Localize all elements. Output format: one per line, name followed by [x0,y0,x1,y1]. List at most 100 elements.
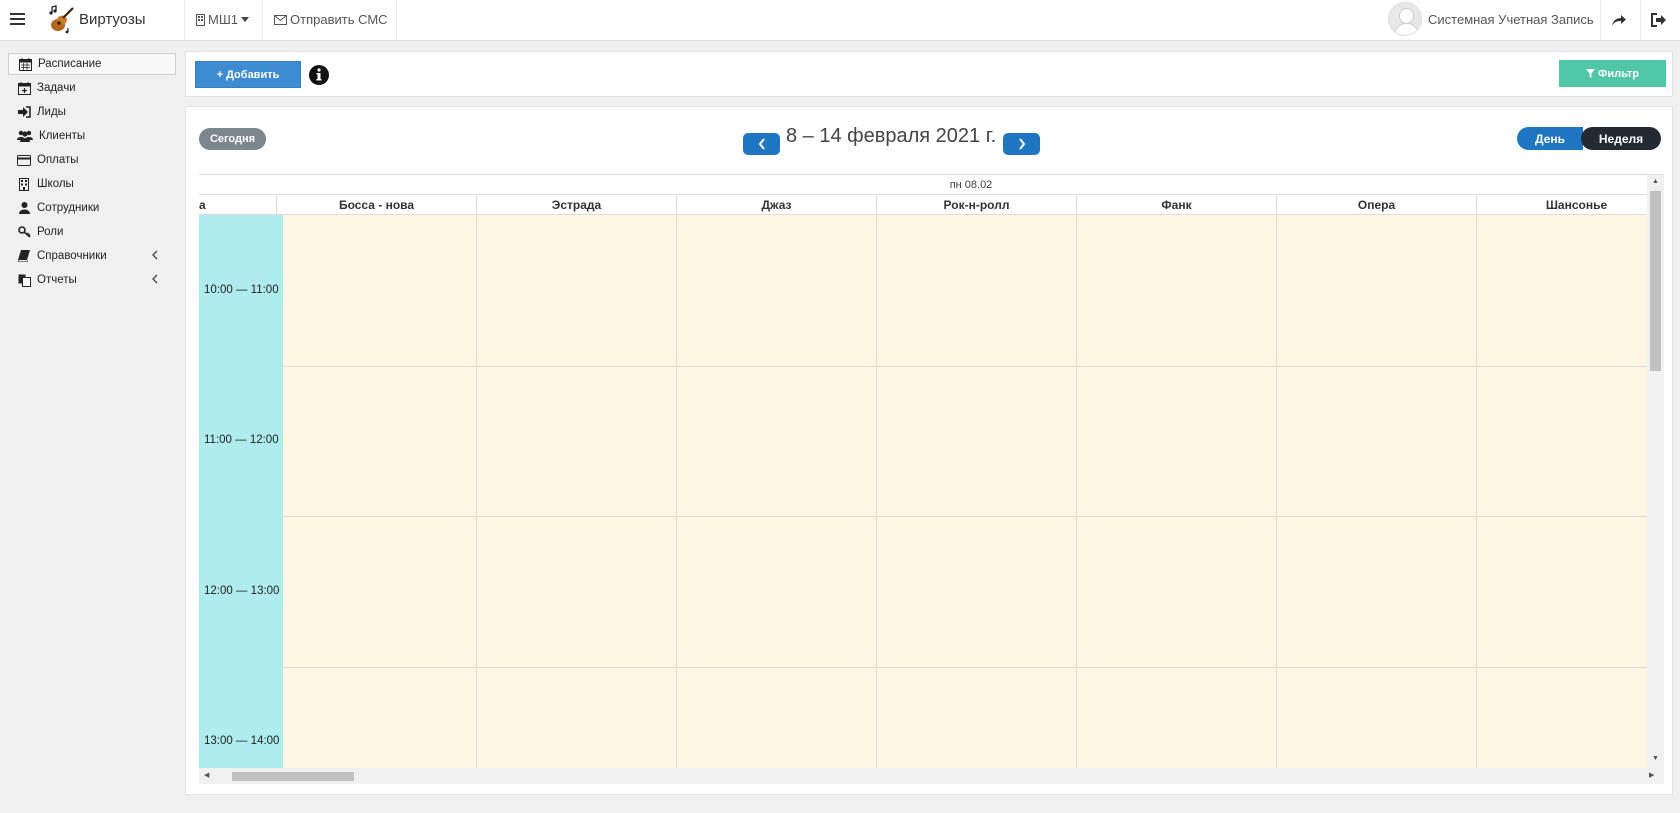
sidebar-item-label: Задачи [37,82,76,94]
scroll-right-icon[interactable]: ▶ [1649,771,1654,779]
grid-line [283,516,1647,517]
plus-icon: + [216,68,224,81]
column-header: Рок-н-ролл [876,195,1076,215]
scroll-down-icon[interactable]: ▼ [1652,755,1659,762]
date-range-title: 8 – 14 февраля 2021 г. [786,125,997,147]
column-header: Эстрада [476,195,676,215]
user-name: Системная Учетная Запись [1428,11,1594,27]
time-slot-label: 11:00 — 12:00 [204,434,279,446]
sidebar: Расписание Задачи Лиды Клиенты Оплаты Шк… [0,41,178,813]
grid-line [676,215,677,768]
book-icon [17,249,31,263]
time-slot-label: 12:00 — 13:00 [204,585,280,597]
divider [1640,0,1641,41]
column-headers: а Босса - нова Эстрада Джаз Рок-н-ролл Ф… [199,194,1647,215]
column-header-partial: а [199,198,206,212]
users-icon [17,129,33,143]
grid-viewport: пн 08.02 а Босса - нова Эстрада Джаз Рок… [199,175,1647,768]
app-brand-name[interactable]: Виртуозы [79,11,146,28]
building-icon [196,13,205,26]
grid-line [1076,215,1077,768]
calendar-panel: Сегодня 8 – 14 февраля 2021 г. День Неде… [185,106,1673,795]
logout-icon[interactable] [1648,9,1670,31]
hamburger-menu-icon[interactable] [10,13,25,25]
action-panel: + Добавить Фильтр [185,51,1673,97]
time-column: 10:00 — 11:00 11:00 — 12:00 12:00 — 13:0… [199,215,283,768]
sidebar-item-schedule[interactable]: Расписание [8,53,176,75]
filter-button-label: Фильтр [1597,67,1640,80]
sidebar-item-label: Расписание [38,58,102,70]
sign-in-icon [17,105,31,119]
user-menu[interactable]: Системная Учетная Запись [1388,2,1594,36]
horizontal-scroll-thumb[interactable] [232,772,354,781]
school-selector-label: МШ1 [208,12,238,27]
send-sms-link[interactable]: Отправить СМС [274,12,388,27]
sidebar-item-payments[interactable]: Оплаты [8,149,176,171]
filter-icon [1585,69,1595,78]
time-slot-label: 10:00 — 11:00 [204,284,279,296]
sidebar-item-label: Отчеты [37,274,77,286]
schedule-grid: пн 08.02 а Босса - нова Эстрада Джаз Рок… [199,174,1664,784]
divider [1600,0,1601,41]
scroll-up-icon[interactable]: ▲ [1652,178,1659,185]
chevron-left-icon [152,249,158,263]
caret-down-icon [240,17,249,22]
sidebar-item-clients[interactable]: Клиенты [8,125,176,147]
schedule-slots[interactable] [283,215,1647,768]
send-sms-label: Отправить СМС [290,12,388,27]
grid-line [876,215,877,768]
guitar-logo-icon[interactable] [46,4,76,34]
grid-line [283,366,1647,367]
time-slot-label: 13:00 — 14:00 [204,735,280,747]
info-icon[interactable] [308,64,330,86]
column-header: Фанк [1076,195,1276,215]
school-selector[interactable]: МШ1 [196,12,249,27]
add-button[interactable]: + Добавить [195,61,301,88]
calendar-icon [18,57,32,71]
sidebar-item-roles[interactable]: Роли [8,221,176,243]
sidebar-item-reports[interactable]: Отчеты [8,269,176,291]
filter-button[interactable]: Фильтр [1559,60,1666,87]
column-header: Джаз [676,195,876,215]
sidebar-item-label: Школы [37,178,74,190]
scroll-left-icon[interactable]: ◀ [204,771,209,779]
divider [396,0,397,41]
divider [262,0,263,41]
column-header: Опера [1276,195,1476,215]
next-week-button[interactable] [1003,133,1040,155]
avatar [1388,2,1422,36]
sidebar-item-schools[interactable]: Школы [8,173,176,195]
column-header: Шансонье [1476,195,1647,215]
sidebar-item-references[interactable]: Справочники [8,245,176,267]
key-icon [17,225,31,239]
sidebar-item-label: Клиенты [39,130,86,142]
chevron-left-icon [758,138,765,150]
horizontal-scrollbar[interactable]: ◀ ▶ [199,768,1664,784]
grid-line [476,215,477,768]
grid-line [1276,215,1277,768]
top-bar: Виртуозы МШ1 Отправить СМС Системная Уче… [0,0,1680,41]
envelope-icon [274,14,287,25]
vertical-scrollbar[interactable]: ▲ ▼ [1647,175,1664,768]
credit-card-icon [17,153,31,167]
grid-line [1476,215,1477,768]
add-button-label: Добавить [226,68,280,81]
user-icon [17,201,31,215]
today-button[interactable]: Сегодня [199,128,266,150]
sidebar-item-label: Справочники [37,250,107,262]
calendar-plus-icon [17,81,31,95]
sidebar-item-tasks[interactable]: Задачи [8,77,176,99]
share-icon[interactable] [1607,9,1629,31]
day-header: пн 08.02 [949,178,993,191]
sidebar-item-label: Лиды [37,106,66,118]
divider [184,0,185,41]
sidebar-item-leads[interactable]: Лиды [8,101,176,123]
vertical-scroll-thumb[interactable] [1650,191,1661,371]
sidebar-item-staff[interactable]: Сотрудники [8,197,176,219]
view-day-button[interactable]: День [1517,127,1583,150]
prev-week-button[interactable] [743,133,780,155]
sidebar-item-label: Роли [37,226,64,238]
chevron-left-icon [152,273,158,287]
copy-icon [17,273,31,287]
view-week-button[interactable]: Неделя [1581,127,1661,150]
